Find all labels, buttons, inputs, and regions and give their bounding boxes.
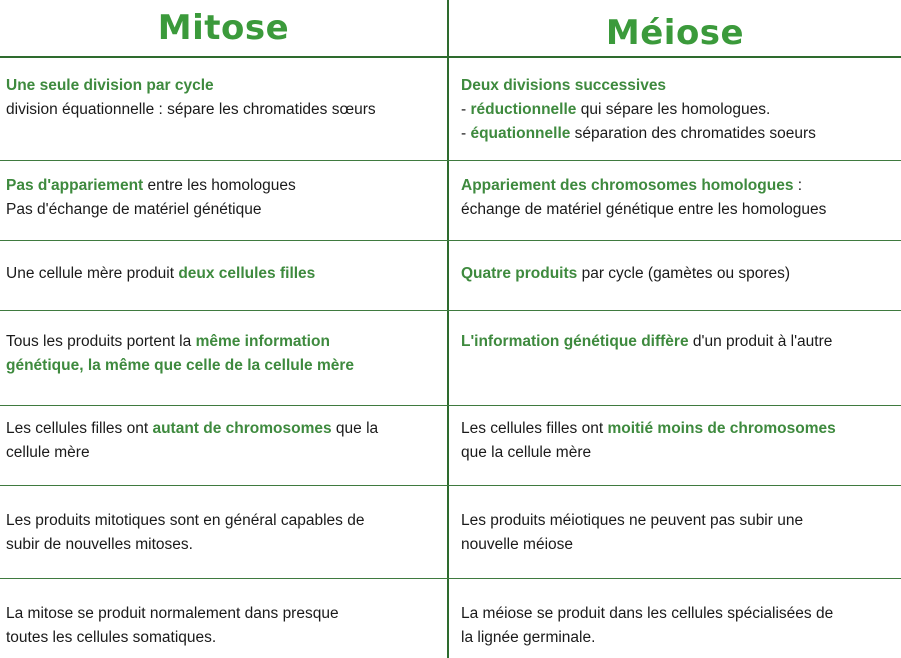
highlighted-text: L'information génétique diffère: [461, 333, 689, 350]
meiose-cell: Les produits méiotiques ne peuvent pas s…: [449, 509, 901, 557]
cell-line: Une cellule mère produit deux cellules f…: [6, 262, 441, 286]
cell-line: Les cellules filles ont autant de chromo…: [6, 417, 441, 441]
cell-line: Une seule division par cycle: [6, 74, 441, 98]
cell-line: Pas d'échange de matériel génétique: [6, 198, 441, 222]
cell-text: entre les homologues: [143, 177, 296, 194]
cell-line: la lignée germinale.: [461, 626, 899, 650]
cell-text: la lignée germinale.: [461, 629, 596, 646]
meiose-cell: La méiose se produit dans les cellules s…: [449, 602, 901, 650]
cell-line: cellule mère: [6, 441, 441, 465]
header-mitose: Mitose: [157, 8, 290, 48]
cell-text: nouvelle méiose: [461, 536, 574, 553]
highlighted-text: Deux divisions successives: [461, 77, 667, 94]
cell-line: nouvelle méiose: [461, 533, 899, 557]
cell-text: :: [793, 177, 803, 194]
cell-line: Quatre produits par cycle (gamètes ou sp…: [461, 262, 899, 286]
cell-text: Les cellules filles ont: [461, 420, 608, 437]
meiose-cell: Appariement des chromosomes homologues :…: [449, 174, 901, 222]
highlighted-text: autant de chromosomes: [152, 420, 332, 437]
cell-line: que la cellule mère: [461, 441, 899, 465]
mitose-cell: Pas d'appariement entre les homologues Pa…: [0, 174, 447, 222]
header-meiose: Méiose: [605, 13, 745, 53]
row-divider: [0, 578, 901, 579]
cell-text: Pas d'échange de matériel génétique: [6, 201, 262, 218]
cell-text: toutes les cellules somatiques.: [6, 629, 217, 646]
cell-text: division équationnelle : sépare les chro…: [6, 101, 376, 118]
highlighted-text: réductionnelle: [470, 101, 577, 118]
highlighted-text: Appariement des chromosomes homologues: [461, 177, 794, 194]
row-divider: [0, 240, 901, 241]
meiose-cell: L'information génétique diffère d'un pro…: [449, 330, 901, 354]
cell-line: Les produits méiotiques ne peuvent pas s…: [461, 509, 899, 533]
cell-text: Une cellule mère produit: [6, 265, 179, 282]
cell-text: d'un produit à l'autre: [688, 333, 833, 350]
comparison-table: Mitose Méiose Une seule division par cyc…: [0, 0, 901, 658]
cell-text: Les produits méiotiques ne peuvent pas s…: [461, 512, 804, 529]
cell-text: La méiose se produit dans les cellules s…: [461, 605, 834, 622]
highlighted-text: deux cellules filles: [178, 265, 316, 282]
cell-text: échange de matériel génétique entre les …: [461, 201, 827, 218]
cell-line: L'information génétique diffère d'un pro…: [461, 330, 899, 354]
cell-line: subir de nouvelles mitoses.: [6, 533, 441, 557]
cell-text: Les cellules filles ont: [6, 420, 153, 437]
cell-line: échange de matériel génétique entre les …: [461, 198, 899, 222]
cell-line: Appariement des chromosomes homologues :: [461, 174, 899, 198]
highlighted-text: même information: [195, 333, 330, 350]
meiose-cell: Quatre produits par cycle (gamètes ou sp…: [449, 262, 901, 286]
meiose-cell: Les cellules filles ont moitié moins de …: [449, 417, 901, 465]
highlighted-text: Quatre produits: [461, 265, 578, 282]
row-divider: [0, 160, 901, 161]
highlighted-text: moitié moins de chromosomes: [607, 420, 836, 437]
cell-line: Les cellules filles ont moitié moins de …: [461, 417, 899, 441]
cell-line: La mitose se produit normalement dans pr…: [6, 602, 441, 626]
highlighted-text: Pas d'appariement: [6, 177, 144, 194]
cell-text: cellule mère: [6, 444, 90, 461]
header-divider: [0, 56, 901, 58]
cell-line: toutes les cellules somatiques.: [6, 626, 441, 650]
cell-line: génétique, la même que celle de la cellu…: [6, 354, 441, 378]
mitose-cell: Une cellule mère produit deux cellules f…: [0, 262, 447, 286]
cell-line: Les produits mitotiques sont en général …: [6, 509, 441, 533]
cell-text: subir de nouvelles mitoses.: [6, 536, 193, 553]
cell-text: qui sépare les homologues.: [576, 101, 771, 118]
cell-line: La méiose se produit dans les cellules s…: [461, 602, 899, 626]
highlighted-text: équationnelle: [470, 125, 571, 142]
cell-text: Les produits mitotiques sont en général …: [6, 512, 365, 529]
cell-line: - réductionnelle qui sépare les homologu…: [461, 98, 899, 122]
cell-text: Tous les produits portent la: [6, 333, 196, 350]
row-divider: [0, 485, 901, 486]
cell-text: séparation des chromatides soeurs: [570, 125, 816, 142]
row-divider: [0, 310, 901, 311]
cell-line: Tous les produits portent la même inform…: [6, 330, 441, 354]
cell-line: Deux divisions successives: [461, 74, 899, 98]
mitose-cell: Une seule division par cycle division équ…: [0, 74, 447, 122]
highlighted-text: génétique, la même que celle de la cellu…: [6, 357, 355, 374]
highlighted-text: Une seule division par cycle: [6, 77, 214, 94]
mitose-cell: Les produits mitotiques sont en général …: [0, 509, 447, 557]
meiose-cell: Deux divisions successives - réductionnel…: [449, 74, 901, 146]
cell-line: - équationnelle séparation des chromatid…: [461, 122, 899, 146]
cell-text: La mitose se produit normalement dans pr…: [6, 605, 339, 622]
mitose-cell: Les cellules filles ont autant de chromo…: [0, 417, 447, 465]
cell-line: division équationnelle : sépare les chro…: [6, 98, 441, 122]
cell-text: que la: [331, 420, 379, 437]
cell-text: par cycle (gamètes ou spores): [577, 265, 791, 282]
cell-text: que la cellule mère: [461, 444, 592, 461]
row-divider: [0, 405, 901, 406]
mitose-cell: Tous les produits portent la même inform…: [0, 330, 447, 378]
mitose-cell: La mitose se produit normalement dans pr…: [0, 602, 447, 650]
cell-line: Pas d'appariement entre les homologues: [6, 174, 441, 198]
